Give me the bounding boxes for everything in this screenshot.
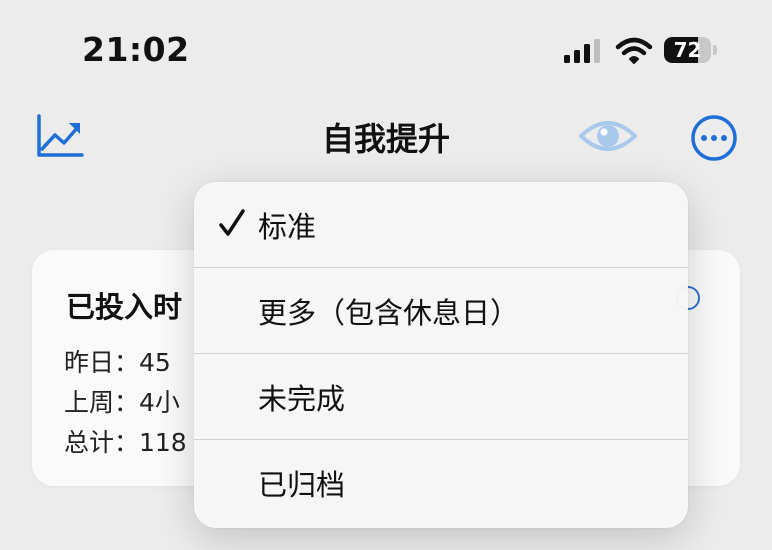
stat-yesterday: 昨日：45 [64, 348, 171, 377]
stat-total: 总计：118 [64, 428, 187, 457]
stat-last-week: 上周：4小 [64, 388, 180, 417]
menu-item-incomplete[interactable]: 未完成 [194, 354, 688, 440]
menu-item-label: 更多（包含休息日） [258, 296, 520, 330]
cellular-signal-icon [564, 39, 600, 63]
menu-item-label: 未完成 [258, 382, 346, 416]
filter-menu: 标准 更多（包含休息日） 未完成 已归档 [194, 182, 688, 528]
page-title: 自我提升 [321, 120, 450, 158]
battery-level: 72 [673, 38, 702, 62]
battery-indicator: 72 [664, 36, 720, 66]
menu-item-more-with-rest-days[interactable]: 更多（包含休息日） [194, 268, 688, 354]
status-time: 21:02 [82, 30, 190, 69]
more-circle-icon[interactable] [690, 114, 738, 162]
menu-item-archived[interactable]: 已归档 [194, 440, 688, 526]
menu-item-standard[interactable]: 标准 [194, 182, 688, 268]
wifi-icon [615, 37, 653, 64]
eye-icon[interactable] [578, 114, 638, 158]
checkmark-icon [219, 209, 245, 236]
card-title: 已投入时 [66, 290, 183, 324]
menu-item-label: 已归档 [258, 468, 346, 502]
menu-item-label: 标准 [258, 210, 317, 244]
